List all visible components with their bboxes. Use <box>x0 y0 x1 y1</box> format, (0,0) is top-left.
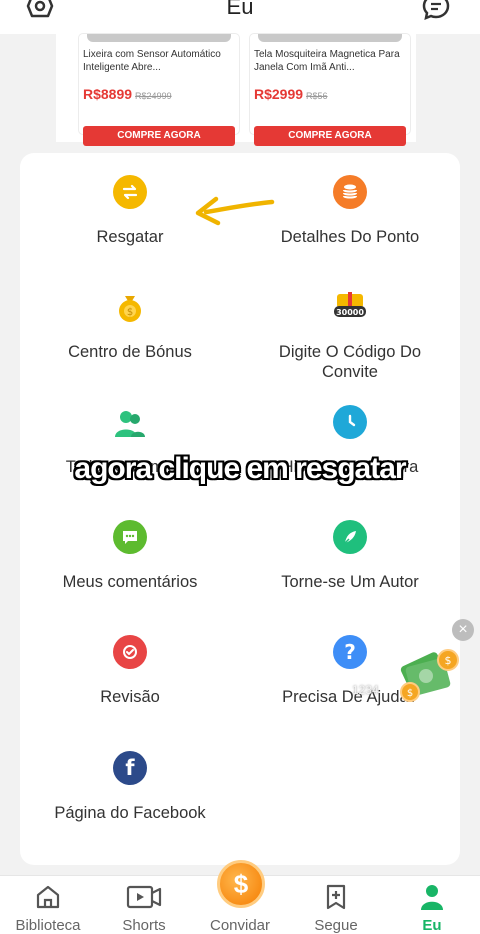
menu-item-revisao[interactable]: Revisão <box>20 613 240 728</box>
gift-code-icon: 30000 <box>332 290 368 324</box>
product-image <box>258 34 402 42</box>
page-title: Eu <box>226 0 254 19</box>
nav-label: Biblioteca <box>15 917 81 934</box>
nav-biblioteca[interactable]: Biblioteca <box>0 876 96 934</box>
overlay-caption: agora clique em resgatar <box>74 452 406 485</box>
money-reward-icon[interactable]: $ $ <box>398 644 464 708</box>
facebook-icon: f <box>113 751 147 785</box>
product-price: R$8899 <box>83 86 133 102</box>
buy-now-button[interactable]: COMPRE AGORA <box>254 126 406 146</box>
product-old-price: R$24999 <box>135 91 172 101</box>
close-icon[interactable]: × <box>452 619 474 641</box>
product-recommendations: Lixeira com Sensor Automático Inteligent… <box>56 34 416 146</box>
menu-item-label: Página do Facebook <box>54 804 206 822</box>
help-icon: ? <box>333 635 367 669</box>
product-name: Tela Mosquiteira Magnetica Para Janela C… <box>254 49 400 73</box>
svg-text:$: $ <box>127 307 133 318</box>
home-icon <box>36 885 60 909</box>
menu-item-label: Meus comentários <box>62 573 198 591</box>
menu-item-centro-de-bonus[interactable]: $ Centro de Bónus <box>20 268 240 383</box>
product-card[interactable]: Lixeira com Sensor Automático Inteligent… <box>79 34 239 146</box>
menu-item-torne-se-autor[interactable]: Torne-se Um Autor <box>240 498 460 613</box>
svg-text:$: $ <box>407 688 413 699</box>
pen-icon <box>333 520 367 554</box>
product-card[interactable]: Tela Mosquiteira Magnetica Para Janela C… <box>250 34 410 146</box>
svg-text:30000: 30000 <box>336 308 364 317</box>
coins-stack-icon <box>333 175 367 209</box>
menu-item-codigo-convite[interactable]: 30000 Digite O Código Do Convite <box>240 268 460 383</box>
product-price: R$2999 <box>254 86 304 102</box>
product-old-price: R$56 <box>306 91 328 101</box>
coin-icon[interactable]: $ <box>217 860 265 908</box>
menu-item-label: Revisão <box>100 688 160 706</box>
menu-item-label: Digite O Código Do Convite <box>278 343 422 381</box>
money-bag-icon: $ <box>113 290 147 324</box>
nav-label: Convidar <box>209 917 271 934</box>
menu-item-label: Detalhes Do Ponto <box>280 228 420 246</box>
menu-item-meus-comentarios[interactable]: Meus comentários <box>20 498 240 613</box>
exchange-icon <box>113 175 147 209</box>
menu-item-label: Resgatar <box>96 228 164 246</box>
menu-item-label: Torne-se Um Autor <box>281 573 419 591</box>
comment-icon <box>113 520 147 554</box>
clock-icon <box>333 405 367 439</box>
user-icon <box>421 885 443 910</box>
menu-item-pagina-facebook[interactable]: f Página do Facebook <box>20 729 240 844</box>
message-icon[interactable] <box>422 0 450 20</box>
price-row: R$2999 R$56 <box>250 82 410 104</box>
price-row: R$8899 R$24999 <box>79 82 239 104</box>
nav-eu[interactable]: Eu <box>384 876 480 934</box>
floating-widget-text: 1234 <box>352 683 379 697</box>
product-name: Lixeira com Sensor Automático Inteligent… <box>83 49 221 73</box>
buy-now-button[interactable]: COMPRE AGORA <box>83 126 235 146</box>
nav-label: Eu <box>422 917 442 934</box>
bookmark-add-icon <box>326 884 346 910</box>
menu-item-label: Centro de Bónus <box>68 343 192 361</box>
review-icon <box>113 635 147 669</box>
menu-card: Resgatar Detalhes Do Ponto $ Centro de B… <box>20 153 460 865</box>
arrow-pointer-icon <box>195 196 275 226</box>
nav-label: Segue <box>314 917 358 934</box>
nav-label: Shorts <box>122 917 166 934</box>
nav-shorts[interactable]: Shorts <box>96 876 192 934</box>
nav-segue[interactable]: Segue <box>288 876 384 934</box>
video-icon <box>126 885 162 909</box>
friends-icon <box>113 405 147 439</box>
top-bar: Eu <box>0 0 480 34</box>
product-image <box>87 34 231 42</box>
svg-text:$: $ <box>445 654 452 667</box>
